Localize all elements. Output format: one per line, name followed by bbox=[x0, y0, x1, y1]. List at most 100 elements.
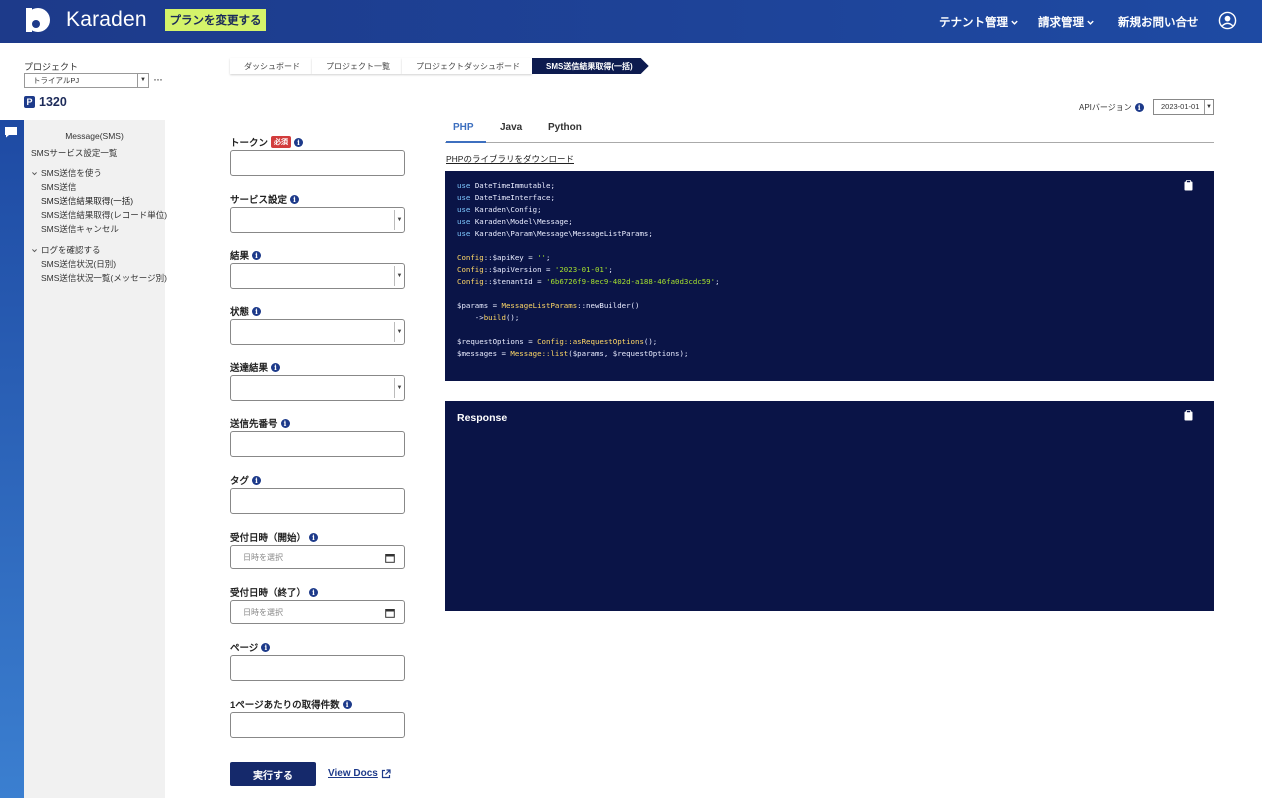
left-decoration-band bbox=[0, 120, 24, 798]
info-icon[interactable]: i bbox=[342, 699, 352, 709]
nav-tenant-menu[interactable]: テナント管理 bbox=[939, 14, 1019, 30]
sidebar-group-use[interactable]: SMS送信を使う bbox=[31, 167, 102, 179]
per-page-label: 1ページあたりの取得件数 i bbox=[230, 697, 352, 711]
points-balance: P 1320 bbox=[24, 95, 67, 109]
sidebar bbox=[24, 120, 165, 798]
external-link-icon bbox=[381, 768, 391, 778]
chevron-down-icon bbox=[32, 171, 37, 175]
code-line: $messages = Message::list($params, $requ… bbox=[457, 349, 689, 358]
info-icon[interactable]: i bbox=[271, 362, 281, 372]
calendar-icon[interactable] bbox=[385, 553, 395, 563]
received-start-input[interactable]: 日時を選択 bbox=[230, 545, 405, 569]
sidebar-item-daily-status[interactable]: SMS送信状況(日別) bbox=[41, 258, 116, 270]
breadcrumb: ダッシュボード プロジェクト一覧 プロジェクトダッシュボード SMS送信結果取得… bbox=[230, 58, 649, 74]
tag-label: タグ i bbox=[230, 473, 262, 487]
change-plan-button[interactable]: プランを変更する bbox=[165, 9, 266, 31]
page-input[interactable] bbox=[230, 655, 405, 681]
received-end-label: 受付日時（終了） i bbox=[230, 585, 319, 599]
nav-new-inquiry-label: 新規お問い合せ bbox=[1118, 17, 1199, 29]
info-icon[interactable]: i bbox=[252, 250, 262, 260]
per-page-input[interactable] bbox=[230, 712, 405, 738]
received-end-input[interactable]: 日時を選択 bbox=[230, 600, 405, 624]
project-select[interactable]: トライアルPJ ▼ bbox=[24, 73, 149, 88]
points-icon: P bbox=[24, 96, 35, 108]
status-label: 状態 i bbox=[230, 304, 262, 318]
breadcrumb-dashboard[interactable]: ダッシュボード bbox=[230, 58, 312, 74]
result-label-text: 結果 bbox=[230, 251, 250, 262]
sidebar-item-cancel[interactable]: SMS送信キャンセル bbox=[41, 223, 119, 235]
delivery-result-label-text: 送達結果 bbox=[230, 363, 269, 374]
brand-logo[interactable]: Karaden bbox=[24, 7, 147, 33]
result-select[interactable]: ▼ bbox=[230, 263, 405, 289]
api-version-select[interactable]: 2023-01-01 ▼ bbox=[1153, 99, 1214, 115]
sidebar-item-bulk-result[interactable]: SMS送信結果取得(一括) bbox=[41, 195, 133, 207]
chevron-down-icon bbox=[32, 248, 37, 252]
info-icon[interactable]: i bbox=[309, 532, 319, 542]
info-icon[interactable]: i bbox=[309, 587, 319, 597]
clipboard-copy-icon[interactable] bbox=[1184, 180, 1193, 191]
chevron-down-icon bbox=[1011, 20, 1018, 25]
code-line: Config::$apiVersion = '2023-01-01'; bbox=[457, 265, 613, 274]
info-icon[interactable]: i bbox=[261, 642, 271, 652]
service-select[interactable]: ▼ bbox=[230, 207, 405, 233]
delivery-result-select[interactable]: ▼ bbox=[230, 375, 405, 401]
tag-input[interactable] bbox=[230, 488, 405, 514]
api-version-value: 2023-01-01 bbox=[1161, 102, 1200, 111]
nav-new-inquiry[interactable]: 新規お問い合せ bbox=[1118, 14, 1199, 30]
tab-php[interactable]: PHP bbox=[453, 122, 474, 133]
code-line: use Karaden\Model\Message; bbox=[457, 217, 573, 226]
more-options-icon[interactable]: ··· bbox=[153, 73, 163, 85]
response-title: Response bbox=[457, 412, 508, 424]
view-docs-link[interactable]: View Docs bbox=[328, 768, 391, 779]
chevron-down-icon: ▼ bbox=[394, 266, 404, 286]
token-label: トークン 必須 i bbox=[230, 135, 304, 149]
breadcrumb-project-list[interactable]: プロジェクト一覧 bbox=[312, 58, 402, 74]
breadcrumb-project-dashboard[interactable]: プロジェクトダッシュボード bbox=[402, 58, 532, 74]
nav-tenant-label: テナント管理 bbox=[939, 17, 1008, 29]
info-icon[interactable]: i bbox=[290, 194, 300, 204]
date-placeholder: 日時を選択 bbox=[243, 607, 283, 617]
api-version-label-text: APIバージョン bbox=[1079, 103, 1132, 112]
chevron-down-icon bbox=[1087, 20, 1094, 25]
tab-java[interactable]: Java bbox=[500, 122, 522, 133]
project-label: プロジェクト bbox=[24, 62, 79, 72]
received-start-label: 受付日時（開始） i bbox=[230, 530, 319, 544]
sidebar-section-title: Message(SMS) bbox=[65, 131, 124, 141]
token-input[interactable] bbox=[230, 150, 405, 176]
received-end-label-text: 受付日時（終了） bbox=[230, 588, 307, 599]
view-docs-label: View Docs bbox=[328, 768, 378, 779]
points-value: 1320 bbox=[39, 95, 67, 109]
sidebar-item-sms-send[interactable]: SMS送信 bbox=[41, 181, 76, 193]
page-label-text: ページ bbox=[230, 643, 259, 654]
download-library-link[interactable]: PHPのライブラリをダウンロード bbox=[446, 153, 574, 165]
code-line: use Karaden\Config; bbox=[457, 205, 542, 214]
info-icon[interactable]: i bbox=[252, 306, 262, 316]
tag-label-text: タグ bbox=[230, 476, 250, 487]
tab-python[interactable]: Python bbox=[548, 122, 582, 133]
response-panel: Response bbox=[445, 401, 1214, 611]
info-icon[interactable]: i bbox=[294, 137, 304, 147]
sidebar-group-log[interactable]: ログを確認する bbox=[31, 244, 101, 256]
user-account-icon[interactable] bbox=[1218, 11, 1237, 30]
code-line: $requestOptions = Config::asRequestOptio… bbox=[457, 337, 658, 346]
chevron-down-icon: ▼ bbox=[1204, 100, 1213, 114]
date-placeholder: 日時を選択 bbox=[243, 552, 283, 562]
run-button[interactable]: 実行する bbox=[230, 762, 316, 786]
info-icon[interactable]: i bbox=[1134, 103, 1144, 112]
sidebar-item-record-result[interactable]: SMS送信結果取得(レコード単位) bbox=[41, 209, 167, 221]
brand-name: Karaden bbox=[66, 8, 147, 31]
status-select[interactable]: ▼ bbox=[230, 319, 405, 345]
info-icon[interactable]: i bbox=[280, 418, 290, 428]
calendar-icon[interactable] bbox=[385, 608, 395, 618]
clipboard-copy-icon[interactable] bbox=[1184, 410, 1193, 421]
sidebar-item-message-status[interactable]: SMS送信状況一覧(メッセージ別) bbox=[41, 272, 167, 284]
message-icon[interactable] bbox=[4, 126, 18, 138]
info-icon[interactable]: i bbox=[252, 475, 262, 485]
to-number-input[interactable] bbox=[230, 431, 405, 457]
nav-billing-menu[interactable]: 請求管理 bbox=[1038, 14, 1095, 30]
code-line: $params = MessageListParams::newBuilder(… bbox=[457, 301, 640, 310]
sidebar-item-service-list[interactable]: SMSサービス設定一覧 bbox=[31, 147, 117, 159]
